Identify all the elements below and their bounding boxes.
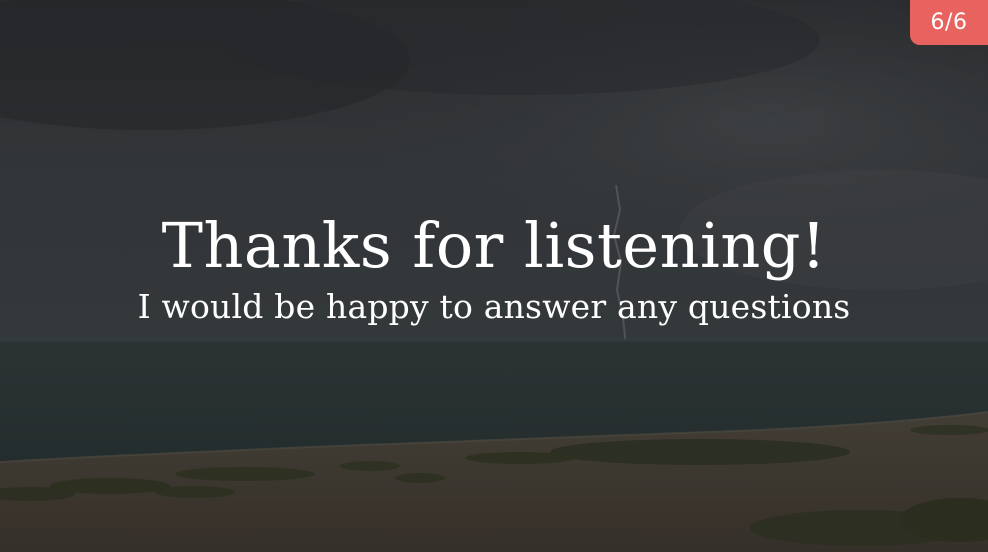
presentation-slide: 6/6 Thanks for listening! I would be hap…: [0, 0, 988, 552]
slide-title: Thanks for listening!: [161, 209, 827, 282]
slide-content: Thanks for listening! I would be happy t…: [0, 206, 988, 328]
slide-counter-badge: 6/6: [910, 0, 988, 45]
slide-subtitle: I would be happy to answer any questions: [137, 287, 851, 326]
